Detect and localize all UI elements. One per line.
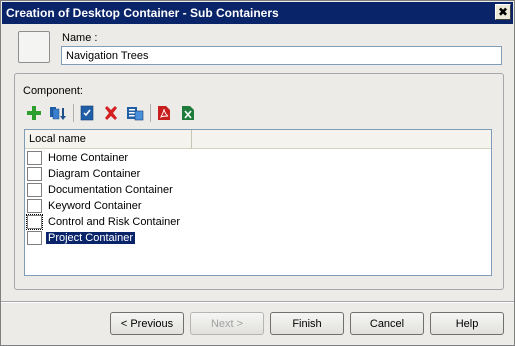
properties-button[interactable] [125,103,145,123]
excel-icon [182,106,194,120]
item-label: Project Container [46,232,135,244]
column-header-local-name[interactable]: Local name [25,130,192,149]
item-checkbox[interactable] [27,231,42,245]
list-item[interactable]: Home Container [25,150,491,166]
component-list[interactable]: Local name Home Container Diagram Contai… [24,129,492,276]
item-label: Keyword Container [48,200,142,212]
add-icon [27,106,41,120]
list-item[interactable]: Control and Risk Container [25,214,491,230]
title-bar[interactable]: Creation of Desktop Container - Sub Cont… [2,2,513,24]
item-checkbox[interactable] [27,199,42,213]
item-label: Home Container [48,152,129,164]
list-item[interactable]: Documentation Container [25,182,491,198]
save-icon [80,105,94,121]
add-button[interactable] [24,103,44,123]
cancel-button[interactable]: Cancel [350,312,424,335]
dialog-window: Creation of Desktop Container - Sub Cont… [0,0,515,346]
item-label: Control and Risk Container [48,216,181,228]
toolbar-separator [73,104,74,122]
close-button[interactable]: ✖ [495,4,511,20]
footer-separator [1,301,514,303]
export-excel-button[interactable] [178,103,198,123]
container-icon-placeholder[interactable] [18,31,50,63]
previous-button[interactable]: < Previous [110,312,184,335]
item-checkbox[interactable] [27,151,42,165]
list-item-selected[interactable]: Project Container [25,230,491,246]
list-item[interactable]: Diagram Container [25,166,491,182]
toolbar-separator [150,104,151,122]
import-button[interactable] [48,103,68,123]
window-title: Creation of Desktop Container - Sub Cont… [6,6,279,20]
list-header: Local name [25,130,491,149]
item-checkbox[interactable] [27,183,42,197]
close-icon: ✖ [497,5,509,19]
export-pdf-button[interactable] [154,103,174,123]
name-label: Name : [62,32,98,44]
finish-button[interactable]: Finish [270,312,344,335]
list-item[interactable]: Keyword Container [25,198,491,214]
delete-button[interactable] [101,103,121,123]
component-toolbar [24,102,202,124]
save-button[interactable] [77,103,97,123]
properties-icon [127,107,144,121]
list-rows: Home Container Diagram Container Documen… [25,150,491,246]
component-label: Component: [23,85,83,97]
name-input[interactable] [61,46,502,65]
item-label: Diagram Container [48,168,141,180]
import-icon [50,107,66,120]
pdf-icon [158,106,170,120]
delete-icon [105,106,117,120]
item-label: Documentation Container [48,184,173,196]
item-checkbox[interactable] [27,167,42,181]
item-checkbox[interactable] [26,214,43,230]
help-button[interactable]: Help [430,312,504,335]
next-button[interactable]: Next > [190,312,264,335]
